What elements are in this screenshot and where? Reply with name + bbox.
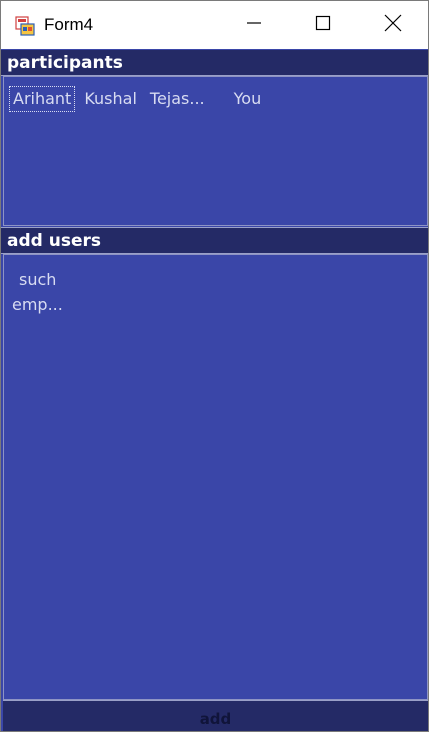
app-window: Form4 participants Arihant Kushal Tejas.… — [0, 0, 429, 732]
minimize-button[interactable] — [230, 1, 278, 49]
window-title: Form4 — [44, 15, 94, 34]
user-item[interactable]: emp... — [12, 292, 63, 317]
close-icon — [384, 14, 402, 36]
users-panel: such emp... — [3, 254, 428, 700]
participants-panel: Arihant Kushal Tejas... You — [3, 76, 428, 226]
participant-item[interactable]: Kushal — [80, 86, 141, 112]
maximize-button[interactable] — [299, 1, 347, 49]
add-button[interactable]: add — [3, 700, 428, 731]
title-bar[interactable]: Form4 — [1, 1, 428, 49]
participant-item[interactable]: You — [230, 86, 266, 112]
add-users-header: add users — [1, 227, 428, 254]
user-item[interactable]: such — [12, 267, 63, 292]
add-button-label: add — [199, 710, 232, 728]
minimize-icon — [246, 15, 262, 35]
maximize-icon — [315, 15, 331, 35]
participant-item[interactable]: Tejas... — [146, 86, 209, 112]
participant-item[interactable]: Arihant — [9, 86, 76, 112]
participants-header: participants — [1, 50, 428, 76]
participant-list: Arihant Kushal Tejas... You — [9, 86, 270, 112]
close-button[interactable] — [369, 1, 417, 49]
user-list: such emp... — [12, 267, 63, 317]
app-icon — [15, 16, 35, 36]
